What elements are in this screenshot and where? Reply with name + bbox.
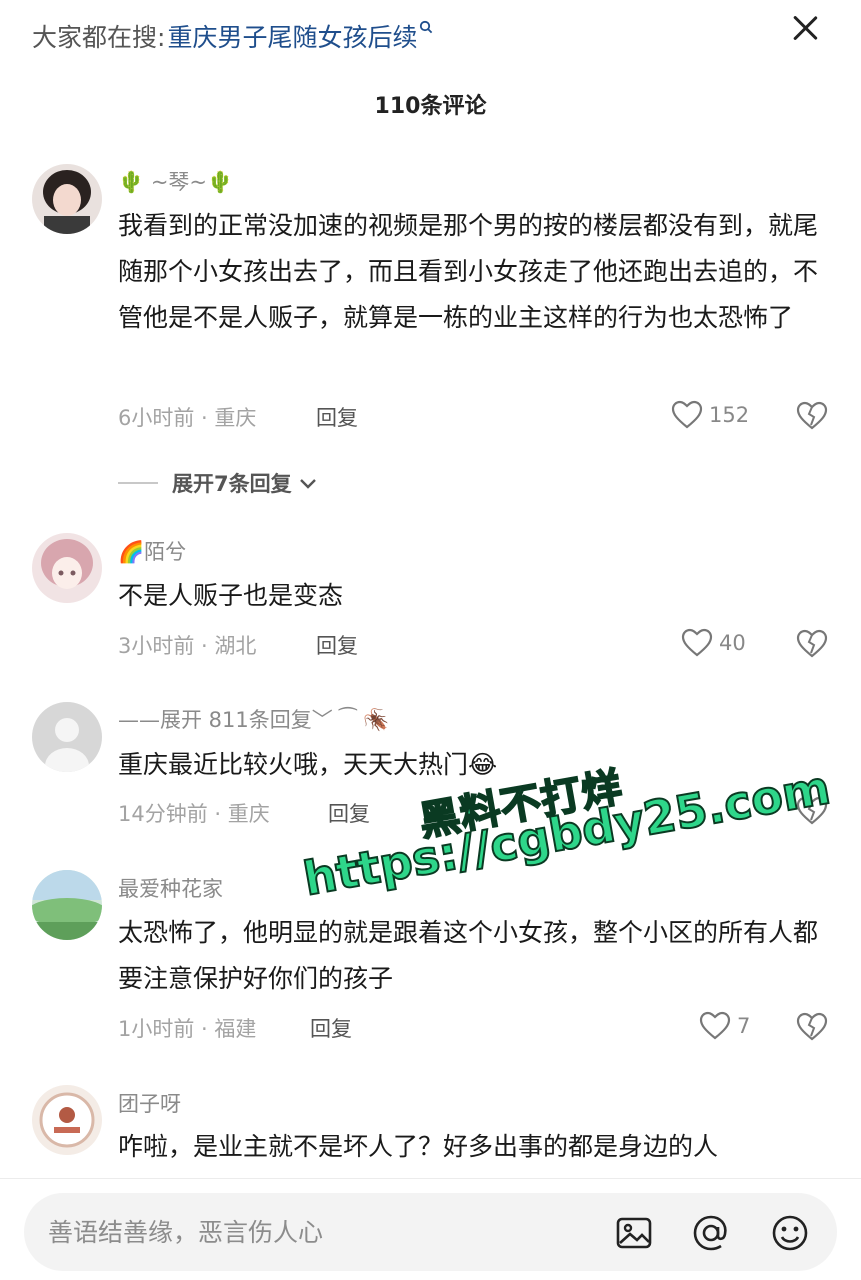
avatar[interactable] <box>32 870 102 940</box>
emoji-icon[interactable] <box>770 1213 810 1253</box>
avatar[interactable] <box>32 164 102 234</box>
chevron-down-icon <box>299 479 316 489</box>
hot-search-bar[interactable]: 大家都在搜: 重庆男子尾随女孩后续 <box>32 14 433 58</box>
comment-input[interactable] <box>48 1211 568 1253</box>
search-icon <box>419 19 433 38</box>
comment-username[interactable]: 最爱种花家 <box>118 873 223 903</box>
broken-heart-icon[interactable] <box>796 401 828 431</box>
reply-button[interactable]: 回复 <box>316 402 358 432</box>
avatar[interactable] <box>32 1085 102 1155</box>
close-icon[interactable] <box>789 12 821 44</box>
reply-button[interactable]: 回复 <box>328 798 370 828</box>
heart-icon <box>671 400 703 429</box>
comment-meta: 3小时前 · 湖北 <box>118 634 257 658</box>
divider <box>0 1178 861 1179</box>
like-button[interactable]: 7 <box>699 1011 750 1041</box>
like-count: 152 <box>709 403 750 427</box>
reply-button[interactable]: 回复 <box>310 1013 352 1043</box>
expand-replies-label: 展开7条回复 <box>172 472 292 496</box>
comment-username[interactable]: 🌵 ~琴~🌵 <box>118 166 233 196</box>
like-button[interactable]: 152 <box>671 400 749 430</box>
comment-input-bar <box>24 1193 837 1271</box>
broken-heart-icon[interactable] <box>796 1012 828 1042</box>
like-count: 40 <box>719 631 746 655</box>
comment-text: 太恐怖了，他明显的就是跟着这个小女孩，整个小区的所有人都要注意保护好你们的孩子 <box>118 918 819 993</box>
comment-meta: 14分钟前 · 重庆 <box>118 802 270 826</box>
expand-replies-button[interactable]: 展开7条回复 <box>118 468 318 498</box>
avatar[interactable] <box>32 702 102 772</box>
comment-text: 咋啦，是业主就不是坏人了？好多出事的都是身边的人 <box>118 1132 719 1161</box>
comment-meta: 6小时前 · 重庆 <box>118 406 257 430</box>
comment-username[interactable]: ——展开 811条回复﹀ ⁀ 🪳 <box>118 704 389 734</box>
avatar[interactable] <box>32 533 102 603</box>
at-icon[interactable] <box>691 1213 731 1253</box>
divider <box>118 482 158 484</box>
comment-count-title: 110条评论 <box>374 94 487 119</box>
comment-text: 我看到的正常没加速的视频是那个男的按的楼层都没有到，就尾随那个小女孩出去了，而且… <box>118 211 819 332</box>
comment-text: 不是人贩子也是变态 <box>118 581 344 610</box>
broken-heart-icon[interactable] <box>796 629 828 659</box>
comment-username[interactable]: 团子呀 <box>118 1088 181 1118</box>
like-count: 7 <box>737 1014 751 1038</box>
hot-search-term[interactable]: 重庆男子尾随女孩后续 <box>167 18 417 54</box>
comment-username[interactable]: 🌈陌兮 <box>118 536 186 566</box>
comment-meta: 1小时前 · 福建 <box>118 1017 257 1041</box>
like-button[interactable]: 40 <box>681 628 746 658</box>
heart-icon <box>681 628 713 657</box>
hot-search-prefix: 大家都在搜: <box>32 23 166 52</box>
reply-button[interactable]: 回复 <box>316 630 358 660</box>
image-icon[interactable] <box>614 1213 654 1253</box>
heart-icon <box>699 1011 731 1040</box>
